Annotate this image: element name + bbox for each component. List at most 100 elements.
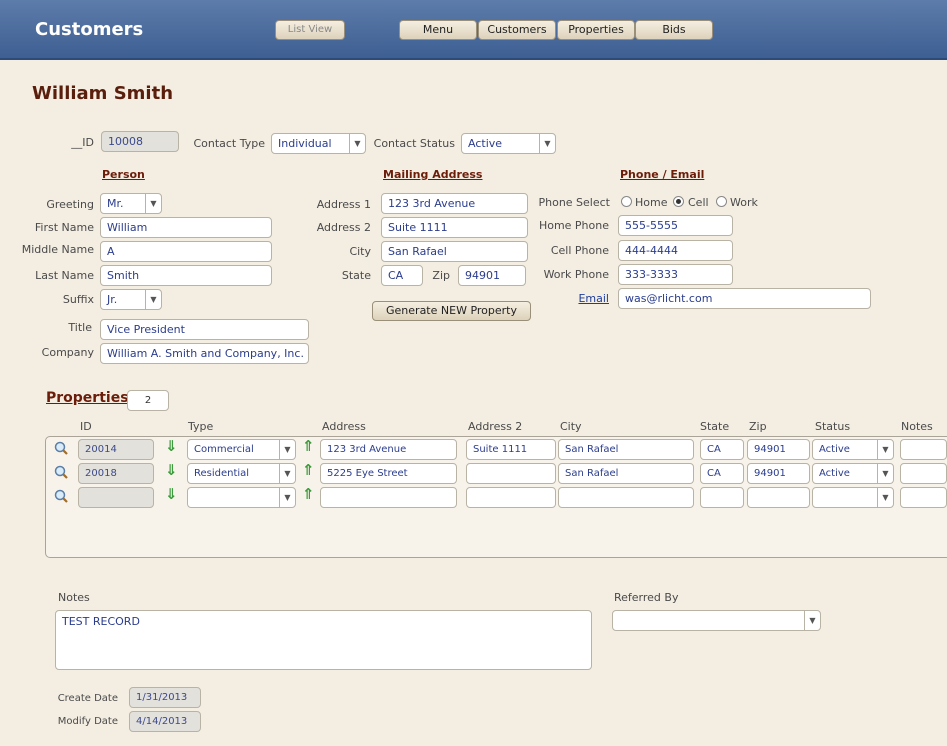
col-state: State: [700, 420, 730, 433]
arrow-down-icon[interactable]: ⇓: [165, 461, 178, 479]
email-link[interactable]: Email: [560, 292, 609, 305]
chevron-down-icon: ▼: [877, 440, 893, 459]
magnifier-icon[interactable]: [54, 441, 68, 455]
suffix-value: Jr.: [107, 293, 118, 306]
referred-by-select[interactable]: ▼: [612, 610, 821, 631]
row-state-field[interactable]: CA: [700, 463, 744, 484]
address1-label: Address 1: [316, 198, 371, 211]
company-label: Company: [41, 346, 94, 359]
page-title: Customers: [35, 19, 144, 40]
row-state-field[interactable]: [700, 487, 744, 508]
radio-home[interactable]: [621, 196, 632, 207]
arrow-up-icon[interactable]: ⇑: [302, 437, 315, 455]
suffix-select[interactable]: Jr. ▼: [100, 289, 162, 310]
chevron-down-icon: ▼: [804, 611, 820, 630]
magnifier-icon[interactable]: [54, 465, 68, 479]
row-city-field[interactable]: San Rafael: [558, 439, 694, 460]
work-phone-field[interactable]: 333-3333: [618, 264, 733, 285]
row-type-value: Residential: [194, 468, 250, 479]
middle-name-label: Middle Name: [21, 243, 94, 256]
row-status-select[interactable]: Active ▼: [812, 439, 894, 460]
contact-type-select[interactable]: Individual ▼: [271, 133, 366, 154]
email-field[interactable]: was@rlicht.com: [618, 288, 871, 309]
nav-customers-button[interactable]: Customers: [478, 20, 556, 40]
notes-textarea[interactable]: TEST RECORD: [55, 610, 592, 670]
greeting-select[interactable]: Mr. ▼: [100, 193, 162, 214]
nav-properties-button[interactable]: Properties: [557, 20, 635, 40]
nav-menu-button[interactable]: Menu: [399, 20, 477, 40]
col-address: Address: [322, 420, 366, 433]
row-zip-field[interactable]: 94901: [747, 463, 810, 484]
arrow-down-icon[interactable]: ⇓: [165, 485, 178, 503]
properties-heading: Properties: [46, 390, 129, 406]
title-field[interactable]: Vice President: [100, 319, 309, 340]
col-address2: Address 2: [468, 420, 523, 433]
radio-cell[interactable]: [673, 196, 684, 207]
phone-select-label: Phone Select: [538, 196, 610, 209]
nav-bids-button[interactable]: Bids: [635, 20, 713, 40]
company-field[interactable]: William A. Smith and Company, Inc.: [100, 343, 309, 364]
id-label: __ID: [71, 136, 94, 149]
row-notes-field[interactable]: [900, 463, 947, 484]
list-view-button[interactable]: List View: [275, 20, 345, 40]
contact-type-label: Contact Type: [193, 137, 265, 150]
last-name-label: Last Name: [35, 269, 94, 282]
row-address-field[interactable]: 123 3rd Avenue: [320, 439, 457, 460]
zip-field[interactable]: 94901: [458, 265, 526, 286]
row-address2-field[interactable]: [466, 463, 556, 484]
referred-by-label: Referred By: [614, 591, 679, 604]
chevron-down-icon: ▼: [145, 290, 161, 309]
first-name-field[interactable]: William: [100, 217, 272, 238]
row-address2-field[interactable]: Suite 1111: [466, 439, 556, 460]
row-city-field[interactable]: [558, 487, 694, 508]
row-notes-field[interactable]: [900, 487, 947, 508]
row-zip-field[interactable]: [747, 487, 810, 508]
arrow-down-icon[interactable]: ⇓: [165, 437, 178, 455]
middle-name-field[interactable]: A: [100, 241, 272, 262]
row-city-field[interactable]: San Rafael: [558, 463, 694, 484]
properties-count: 2: [127, 390, 169, 411]
radio-work[interactable]: [716, 196, 727, 207]
row-id-field: [78, 487, 154, 508]
id-field: 10008: [101, 131, 179, 152]
row-address-field[interactable]: 5225 Eye Street: [320, 463, 457, 484]
row-type-select[interactable]: ▼: [187, 487, 296, 508]
col-id: ID: [80, 420, 92, 433]
row-type-select[interactable]: Residential ▼: [187, 463, 296, 484]
contact-status-select[interactable]: Active ▼: [461, 133, 556, 154]
zip-label: Zip: [432, 269, 450, 282]
record-title: William Smith: [32, 83, 174, 104]
row-status-select[interactable]: ▼: [812, 487, 894, 508]
cell-phone-field[interactable]: 444-4444: [618, 240, 733, 261]
radio-work-label: Work: [730, 196, 758, 209]
home-phone-label: Home Phone: [538, 219, 609, 232]
row-status-value: Active: [819, 444, 850, 455]
title-label: Title: [68, 321, 92, 334]
last-name-field[interactable]: Smith: [100, 265, 272, 286]
row-zip-field[interactable]: 94901: [747, 439, 810, 460]
address1-field[interactable]: 123 3rd Avenue: [381, 193, 528, 214]
home-phone-field[interactable]: 555-5555: [618, 215, 733, 236]
address2-label: Address 2: [316, 221, 371, 234]
magnifier-icon[interactable]: [54, 489, 68, 503]
contact-type-value: Individual: [278, 137, 332, 150]
suffix-label: Suffix: [62, 293, 94, 306]
row-address2-field[interactable]: [466, 487, 556, 508]
cell-phone-label: Cell Phone: [550, 244, 609, 257]
state-label: State: [341, 269, 371, 282]
row-address-field[interactable]: [320, 487, 457, 508]
row-notes-field[interactable]: [900, 439, 947, 460]
modify-date-field: 4/14/2013: [129, 711, 201, 732]
arrow-up-icon[interactable]: ⇑: [302, 485, 315, 503]
state-field[interactable]: CA: [381, 265, 423, 286]
greeting-value: Mr.: [107, 197, 124, 210]
generate-property-button[interactable]: Generate NEW Property: [372, 301, 531, 321]
row-state-field[interactable]: CA: [700, 439, 744, 460]
col-zip: Zip: [749, 420, 767, 433]
row-type-select[interactable]: Commercial ▼: [187, 439, 296, 460]
row-status-select[interactable]: Active ▼: [812, 463, 894, 484]
arrow-up-icon[interactable]: ⇑: [302, 461, 315, 479]
city-field[interactable]: San Rafael: [381, 241, 528, 262]
chevron-down-icon: ▼: [539, 134, 555, 153]
address2-field[interactable]: Suite 1111: [381, 217, 528, 238]
